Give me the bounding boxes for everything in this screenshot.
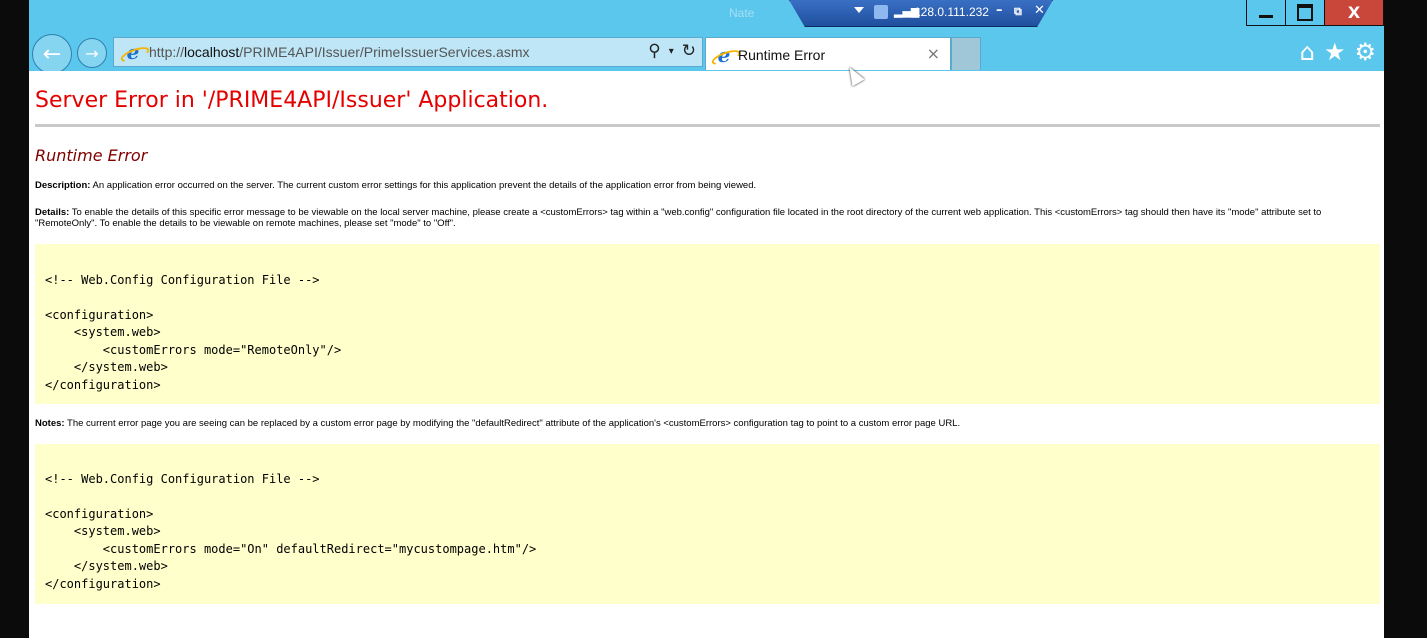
remote-minimize-button[interactable]: – <box>996 3 1003 18</box>
description-label: Description: <box>35 180 91 191</box>
forward-button[interactable]: → <box>77 38 107 68</box>
code-line: </system.web> <box>45 559 168 573</box>
favorites-icon[interactable]: ★ <box>1324 38 1346 66</box>
code-line: <system.web> <box>45 325 161 339</box>
code-line: </system.web> <box>45 360 168 374</box>
toolbar-icons: ⌂ ★ ⚙ <box>1300 38 1376 66</box>
address-tools: ⚲ ▾ ↻ <box>648 41 696 61</box>
description-paragraph: Description: An application error occurr… <box>35 180 1375 191</box>
page-content: Server Error in '/PRIME4API/Issuer' Appl… <box>29 71 1384 638</box>
remote-ip: 128.0.111.232 <box>914 5 989 19</box>
code-line: <!-- Web.Config Configuration File --> <box>45 472 320 486</box>
code-block-remoteonly: <!-- Web.Config Configuration File --> <… <box>35 244 1380 404</box>
notes-paragraph: Notes: The current error page you are se… <box>35 418 1375 429</box>
divider <box>35 124 1380 127</box>
remote-close-button[interactable]: ✕ <box>1034 3 1045 18</box>
chevron-down-icon[interactable]: ▾ <box>669 46 674 57</box>
connection-icon <box>874 5 888 19</box>
ie-tab-icon: e <box>714 45 734 65</box>
tab-runtime-error[interactable]: e Runtime Error × <box>705 37 951 70</box>
code-line: <!-- Web.Config Configuration File --> <box>45 273 320 287</box>
ie-page-icon: e <box>123 42 143 62</box>
tab-title: Runtime Error <box>738 47 826 63</box>
new-tab-button[interactable] <box>951 37 981 70</box>
code-block-customredirect: <!-- Web.Config Configuration File --> <… <box>35 444 1380 604</box>
details-paragraph: Details: To enable the details of this s… <box>35 207 1375 229</box>
back-button[interactable]: ← <box>32 34 72 74</box>
remote-desktop-bar[interactable]: ▂▄▆ 128.0.111.232 – ⧉ ✕ <box>789 0 1053 27</box>
tab-close-icon[interactable]: × <box>927 44 940 63</box>
code-line: <system.web> <box>45 524 161 538</box>
notes-label: Notes: <box>35 418 65 429</box>
home-icon[interactable]: ⌂ <box>1300 38 1315 66</box>
window-controls: X <box>1246 0 1384 26</box>
maximize-button[interactable] <box>1285 0 1325 26</box>
gear-icon[interactable]: ⚙ <box>1354 38 1376 66</box>
maximize-icon <box>1297 4 1313 21</box>
close-button[interactable]: X <box>1324 0 1384 26</box>
description-text: An application error occurred on the ser… <box>90 180 757 191</box>
refresh-icon[interactable]: ↻ <box>682 41 696 61</box>
code-line: <configuration> <box>45 308 154 322</box>
minimize-icon <box>1259 15 1273 18</box>
remote-session-label: Nate <box>729 6 755 20</box>
code-line: <configuration> <box>45 507 154 521</box>
search-icon[interactable]: ⚲ <box>648 41 660 61</box>
minimize-button[interactable] <box>1246 0 1286 26</box>
details-label: Details: <box>35 207 70 218</box>
code-line: </configuration> <box>45 378 161 392</box>
code-line: <customErrors mode="On" defaultRedirect=… <box>45 542 537 556</box>
notes-text: The current error page you are seeing ca… <box>64 418 961 429</box>
error-subheading: Runtime Error <box>35 146 148 165</box>
code-line: </configuration> <box>45 577 161 591</box>
code-line: <customErrors mode="RemoteOnly"/> <box>45 343 342 357</box>
remote-restore-button[interactable]: ⧉ <box>1014 5 1022 19</box>
page-title: Server Error in '/PRIME4API/Issuer' Appl… <box>35 88 549 113</box>
pin-icon[interactable] <box>854 7 864 13</box>
title-bar: Nate ▂▄▆ 128.0.111.232 – ⧉ ✕ X ← → e htt… <box>29 0 1384 74</box>
url-text[interactable]: http://localhost/PRIME4API/Issuer/PrimeI… <box>149 44 529 60</box>
url-path: /PRIME4API/Issuer/PrimeIssuerServices.as… <box>239 44 530 60</box>
url-scheme: http:// <box>149 44 185 60</box>
url-host: localhost <box>184 44 240 60</box>
address-bar[interactable]: e http://localhost/PRIME4API/Issuer/Prim… <box>113 37 703 67</box>
browser-window: Nate ▂▄▆ 128.0.111.232 – ⧉ ✕ X ← → e htt… <box>29 0 1384 638</box>
details-text: To enable the details of this specific e… <box>35 207 1322 229</box>
